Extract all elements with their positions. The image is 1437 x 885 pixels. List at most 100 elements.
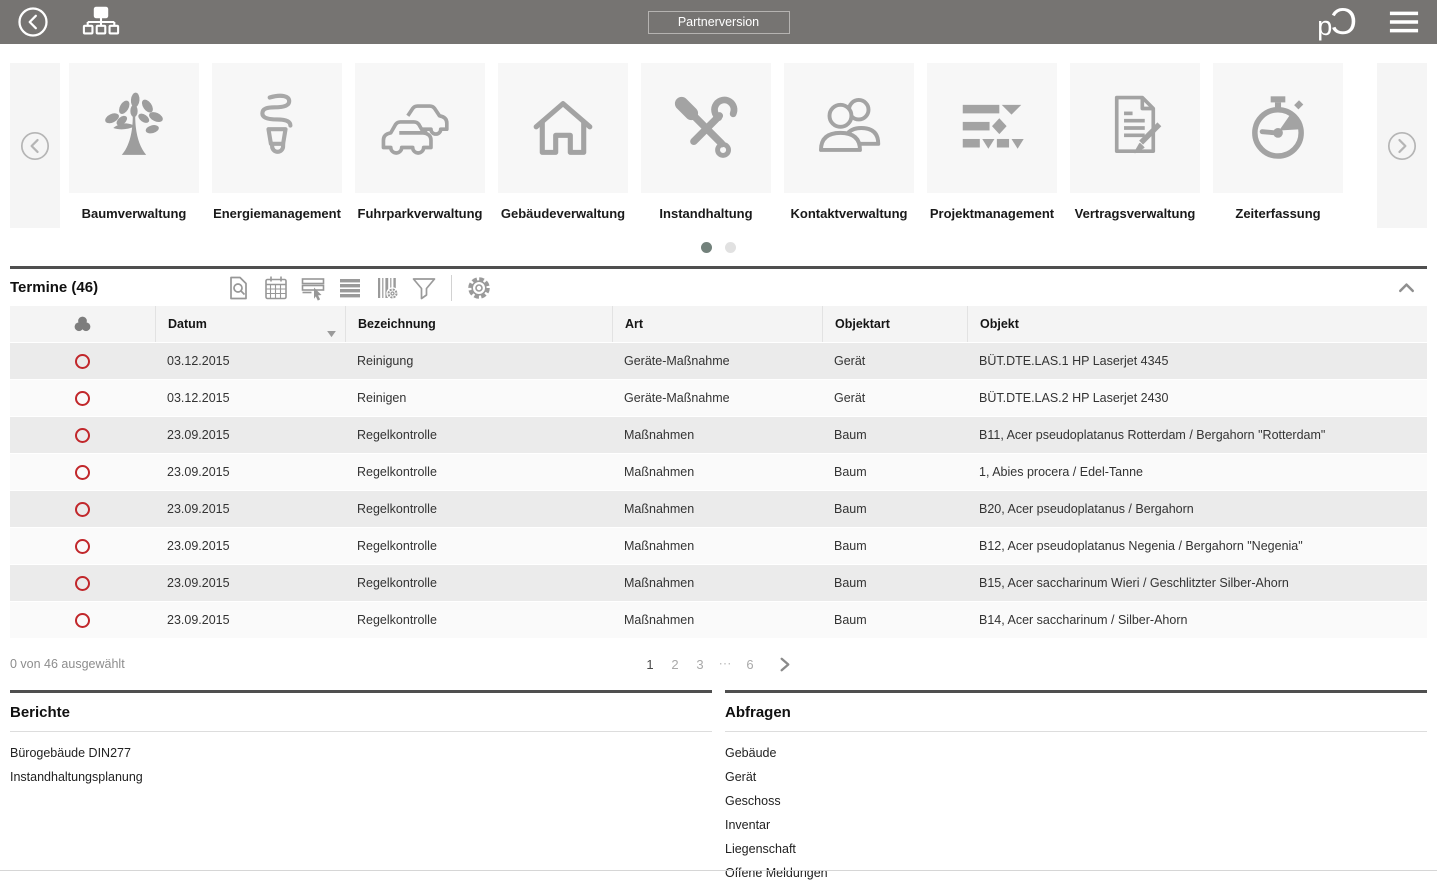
cell-bezeichnung: Regelkontrolle (345, 428, 612, 442)
carousel-prev-button[interactable] (10, 63, 60, 228)
tools-icon (641, 63, 771, 193)
status-open-icon (75, 539, 90, 554)
cell-datum: 03.12.2015 (155, 391, 345, 405)
cell-bezeichnung: Regelkontrolle (345, 576, 612, 590)
house-icon (498, 63, 628, 193)
cell-datum: 23.09.2015 (155, 613, 345, 627)
module-tile[interactable]: Projektmanagement (927, 63, 1057, 221)
termine-header: Termine (46) (10, 269, 1427, 306)
module-tile[interactable]: Fuhrparkverwaltung (355, 63, 485, 221)
table-row[interactable]: 03.12.2015 Reinigen Geräte-Maßnahme Gerä… (10, 380, 1427, 416)
page-button[interactable]: 1 (644, 657, 657, 672)
carousel-dot[interactable] (701, 242, 712, 253)
module-tile[interactable]: Instandhaltung (641, 63, 771, 221)
column-header-objekt[interactable]: Objekt (967, 306, 1427, 342)
table-row[interactable]: 23.09.2015 Regelkontrolle Maßnahmen Baum… (10, 454, 1427, 490)
column-header-objektart[interactable]: Objektart (822, 306, 967, 342)
cell-objektart: Gerät (822, 354, 967, 368)
module-tile-label: Energiemanagement (212, 206, 342, 221)
carousel-dots (0, 242, 1437, 253)
cell-bezeichnung: Regelkontrolle (345, 465, 612, 479)
back-circle-icon[interactable] (16, 5, 50, 39)
logo-mark: Ɔ (1330, 6, 1357, 37)
status-open-icon (75, 576, 90, 591)
cell-art: Maßnahmen (612, 539, 822, 553)
page-button[interactable]: 6 (744, 657, 757, 672)
barcode-settings-icon[interactable] (374, 275, 400, 301)
module-tile[interactable]: Zeiterfassung (1213, 63, 1343, 221)
bottom-panels: Berichte Bürogebäude DIN277 Instandhaltu… (10, 690, 1427, 885)
termine-title: Termine (46) (10, 279, 98, 296)
cell-bezeichnung: Regelkontrolle (345, 502, 612, 516)
carousel-next-button[interactable] (1377, 63, 1427, 228)
module-tile[interactable]: Vertragsverwaltung (1070, 63, 1200, 221)
cell-objekt: B12, Acer pseudoplatanus Negenia / Berga… (967, 539, 1427, 553)
cell-objektart: Baum (822, 576, 967, 590)
cell-objekt: B14, Acer saccharinum / Silber-Ahorn (967, 613, 1427, 627)
abfrage-item[interactable]: Offene Meldungen (725, 861, 1427, 885)
abfrage-item[interactable]: Liegenschaft (725, 837, 1427, 861)
module-tile[interactable]: Energiemanagement (212, 63, 342, 221)
module-tile[interactable]: Baumverwaltung (69, 63, 199, 221)
cell-art: Maßnahmen (612, 613, 822, 627)
carousel-dot[interactable] (725, 242, 736, 253)
module-tiles: Baumverwaltung Energiemanagement Fuhrpar… (69, 63, 1368, 221)
cell-datum: 23.09.2015 (155, 465, 345, 479)
hamburger-icon[interactable] (1387, 9, 1421, 35)
chevron-up-icon[interactable] (1394, 275, 1419, 300)
bericht-item[interactable]: Instandhaltungsplanung (10, 765, 712, 789)
module-tile-label: Projektmanagement (927, 206, 1057, 221)
settings-icon[interactable] (466, 275, 492, 301)
cell-art: Maßnahmen (612, 576, 822, 590)
table-row[interactable]: 23.09.2015 Regelkontrolle Maßnahmen Baum… (10, 565, 1427, 601)
table-row[interactable]: 23.09.2015 Regelkontrolle Maßnahmen Baum… (10, 417, 1427, 453)
cell-objektart: Baum (822, 465, 967, 479)
row-select-icon[interactable] (300, 275, 326, 301)
abfrage-item[interactable]: Gebäude (725, 741, 1427, 765)
bericht-item[interactable]: Bürogebäude DIN277 (10, 741, 712, 765)
cell-bezeichnung: Reinigung (345, 354, 612, 368)
cell-bezeichnung: Reinigen (345, 391, 612, 405)
abfragen-list: Gebäude Gerät Geschoss Inventar Liegensc… (725, 732, 1427, 885)
filter-icon[interactable] (411, 275, 437, 301)
page-button[interactable]: 2 (669, 657, 682, 672)
abfragen-panel: Abfragen Gebäude Gerät Geschoss Inventar… (725, 690, 1427, 885)
cell-art: Maßnahmen (612, 428, 822, 442)
module-tile[interactable]: Gebäudeverwaltung (498, 63, 628, 221)
column-header-status[interactable] (10, 306, 155, 342)
page-button[interactable]: 3 (694, 657, 707, 672)
chevron-right-icon[interactable] (775, 655, 794, 674)
sitemap-icon[interactable] (82, 5, 120, 39)
cell-art: Maßnahmen (612, 502, 822, 516)
page-button: ⋯ (719, 656, 732, 672)
module-tile-label: Gebäudeverwaltung (498, 206, 628, 221)
report-preview-icon[interactable] (226, 275, 252, 301)
circle-chevron-left-icon (18, 129, 52, 163)
column-header-datum[interactable]: Datum (155, 306, 345, 342)
abfrage-item[interactable]: Gerät (725, 765, 1427, 789)
table-row[interactable]: 03.12.2015 Reinigung Geräte-Maßnahme Ger… (10, 343, 1427, 379)
abfrage-item[interactable]: Geschoss (725, 789, 1427, 813)
table-body: 03.12.2015 Reinigung Geräte-Maßnahme Ger… (10, 343, 1427, 638)
partnerversion-button[interactable]: Partnerversion (648, 11, 790, 34)
status-open-icon (75, 391, 90, 406)
cars-icon (355, 63, 485, 193)
cell-datum: 23.09.2015 (155, 502, 345, 516)
cell-art: Maßnahmen (612, 465, 822, 479)
module-tile[interactable]: Kontaktverwaltung (784, 63, 914, 221)
cell-datum: 23.09.2015 (155, 539, 345, 553)
cell-datum: 23.09.2015 (155, 576, 345, 590)
list-icon[interactable] (337, 275, 363, 301)
module-tile-label: Vertragsverwaltung (1070, 206, 1200, 221)
column-header-bezeichnung[interactable]: Bezeichnung (345, 306, 612, 342)
contract-icon (1070, 63, 1200, 193)
abfrage-item[interactable]: Inventar (725, 813, 1427, 837)
topbar: Partnerversion p Ɔ (0, 0, 1437, 44)
column-header-art[interactable]: Art (612, 306, 822, 342)
module-tile-label: Instandhaltung (641, 206, 771, 221)
table-row[interactable]: 23.09.2015 Regelkontrolle Maßnahmen Baum… (10, 491, 1427, 527)
berichte-panel: Berichte Bürogebäude DIN277 Instandhaltu… (10, 690, 712, 885)
calendar-icon[interactable] (263, 275, 289, 301)
table-row[interactable]: 23.09.2015 Regelkontrolle Maßnahmen Baum… (10, 602, 1427, 638)
table-row[interactable]: 23.09.2015 Regelkontrolle Maßnahmen Baum… (10, 528, 1427, 564)
